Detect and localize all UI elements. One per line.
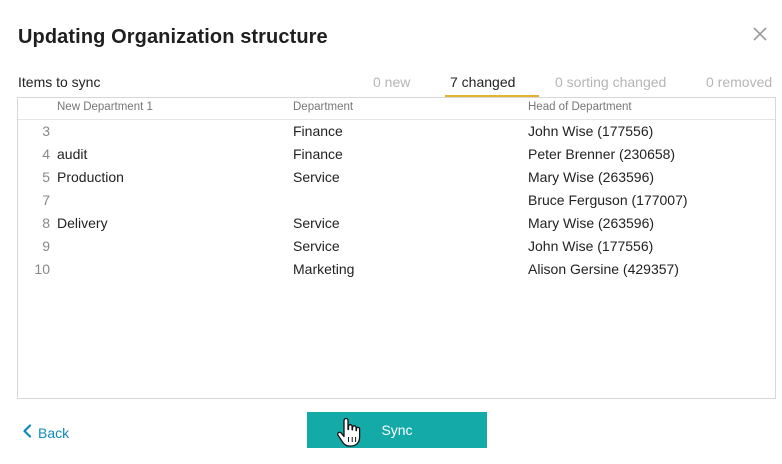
row-number: 5 (42, 169, 50, 185)
table-row[interactable]: 8 Delivery Service Mary Wise (263596) (18, 213, 775, 236)
table-body: 3 Finance John Wise (177556) 4 audit Fin… (18, 121, 775, 282)
table-row[interactable]: 5 Production Service Mary Wise (263596) (18, 167, 775, 190)
new-department-cell: audit (57, 146, 88, 162)
department-cell: Finance (293, 123, 343, 139)
table-header: New Department 1 Department Head of Depa… (18, 98, 775, 120)
row-number: 4 (42, 146, 50, 162)
head-of-department-cell: Alison Gersine (429357) (528, 261, 679, 277)
chevron-left-icon (22, 424, 32, 441)
head-of-department-cell: Mary Wise (263596) (528, 169, 655, 185)
table-row[interactable]: 3 Finance John Wise (177556) (18, 121, 775, 144)
close-icon[interactable] (750, 24, 770, 44)
table-row[interactable]: 4 audit Finance Peter Brenner (230658) (18, 144, 775, 167)
department-cell: Service (293, 169, 340, 185)
head-of-department-cell: Bruce Ferguson (177007) (528, 192, 688, 208)
new-department-cell: Delivery (57, 215, 108, 231)
tab-new[interactable]: 0 new (373, 74, 410, 90)
sync-button-label: Sync (381, 422, 413, 438)
column-header-head-of-department[interactable]: Head of Department (528, 101, 632, 113)
back-button[interactable]: Back (22, 424, 69, 441)
tab-changed[interactable]: 7 changed (450, 74, 515, 90)
table-row[interactable]: 7 Bruce Ferguson (177007) (18, 190, 775, 213)
row-number: 10 (34, 261, 50, 277)
sync-dialog: Updating Organization structure Items to… (0, 0, 782, 464)
dialog-title: Updating Organization structure (18, 26, 328, 48)
head-of-department-cell: John Wise (177556) (528, 123, 654, 139)
tab-sorting-changed[interactable]: 0 sorting changed (555, 74, 666, 90)
row-number: 3 (42, 123, 50, 139)
row-number: 7 (42, 192, 50, 208)
changes-table: New Department 1 Department Head of Depa… (17, 97, 776, 399)
column-header-new-department[interactable]: New Department 1 (57, 101, 153, 113)
row-number: 8 (42, 215, 50, 231)
head-of-department-cell: Peter Brenner (230658) (528, 146, 676, 162)
department-cell: Service (293, 238, 340, 254)
table-row[interactable]: 9 Service John Wise (177556) (18, 236, 775, 259)
sync-toolbar: Items to sync 0 new 7 changed 0 sorting … (18, 72, 776, 98)
row-number: 9 (42, 238, 50, 254)
head-of-department-cell: Mary Wise (263596) (528, 215, 655, 231)
new-department-cell: Production (57, 169, 124, 185)
table-row[interactable]: 10 Marketing Alison Gersine (429357) (18, 259, 775, 282)
sync-button[interactable]: Sync (307, 412, 487, 448)
column-header-department[interactable]: Department (293, 101, 353, 113)
department-cell: Marketing (293, 261, 355, 277)
back-button-label: Back (38, 424, 70, 441)
tab-removed[interactable]: 0 removed (706, 74, 772, 90)
department-cell: Service (293, 215, 340, 231)
department-cell: Finance (293, 146, 343, 162)
head-of-department-cell: John Wise (177556) (528, 238, 654, 254)
items-to-sync-label: Items to sync (18, 74, 101, 90)
